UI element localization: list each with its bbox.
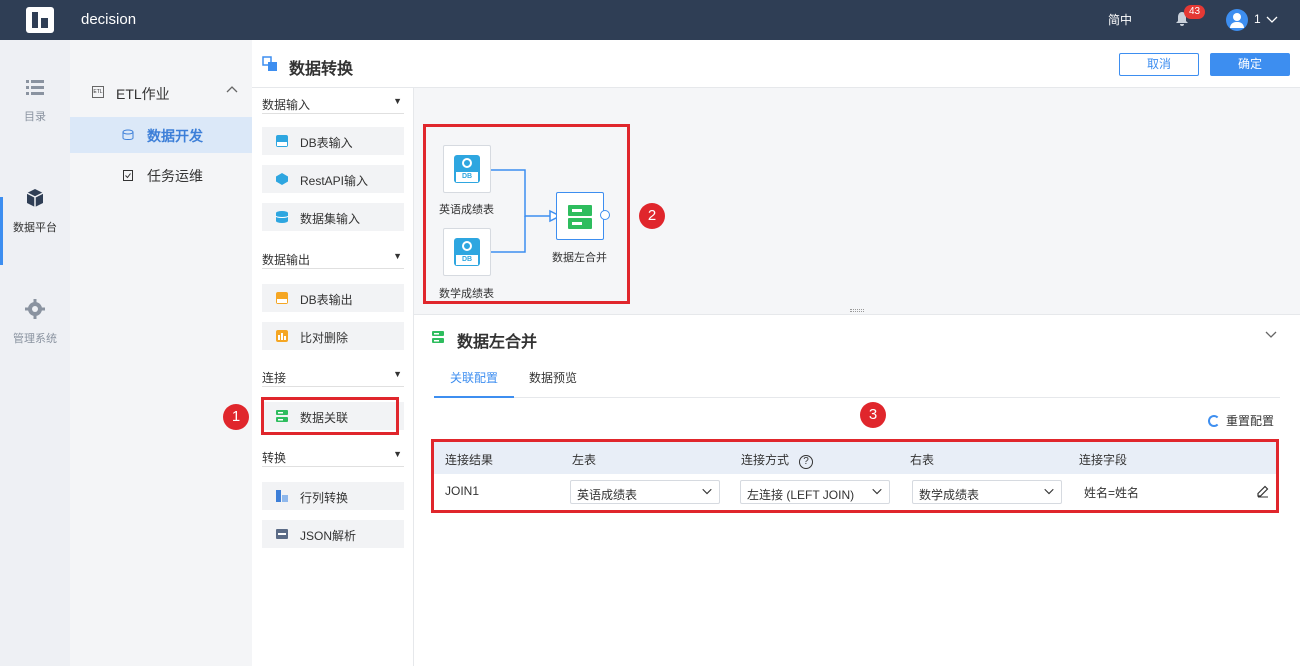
confirm-button[interactable]: 确定 — [1210, 53, 1290, 76]
op-section-label: 转换 — [262, 451, 287, 465]
op-item-label: DB表输入 — [300, 136, 353, 150]
page-title: 数据转换 — [289, 61, 354, 78]
op-section-data-input[interactable]: 数据输入 ▼ — [262, 94, 404, 114]
app-title: decision — [81, 11, 137, 28]
api-icon — [276, 173, 288, 185]
annotation-box-2 — [423, 124, 630, 304]
op-compare-delete[interactable]: 比对删除 — [262, 322, 404, 350]
caret-down-icon: ▼ — [393, 96, 402, 106]
db-output-icon — [276, 292, 288, 304]
app-logo[interactable] — [26, 7, 54, 33]
op-item-label: 行列转换 — [300, 491, 349, 505]
annotation-marker-3: 3 — [860, 402, 886, 428]
operator-panel: 数据输入 ▼ DB表输入 RestAPI输入 数据集输入 数据输出 ▼ DB表输… — [252, 88, 414, 666]
page-header: 数据转换 取消 确定 — [252, 40, 1300, 88]
chevron-down-icon[interactable] — [1265, 12, 1279, 26]
db-input-icon — [276, 135, 288, 147]
etl-icon: ETL — [92, 86, 104, 98]
list-icon — [26, 80, 44, 95]
rail-item-label: 目录 — [24, 111, 46, 123]
tab-data-preview[interactable]: 数据预览 — [529, 369, 577, 398]
annotation-box-1 — [261, 397, 399, 435]
cube-icon — [26, 189, 44, 207]
properties-title: 数据左合并 — [457, 334, 538, 351]
annotation-marker-2: 2 — [639, 203, 665, 229]
cancel-button[interactable]: 取消 — [1119, 53, 1199, 76]
op-section-label: 数据输入 — [262, 98, 311, 112]
caret-down-icon: ▼ — [393, 449, 402, 459]
tab-bar: 关联配置 数据预览 — [434, 359, 1280, 398]
reset-config-button[interactable]: 重置配置 — [1208, 412, 1274, 429]
op-dataset-input[interactable]: 数据集输入 — [262, 203, 404, 231]
notification-badge: 43 — [1184, 5, 1206, 19]
pivot-icon — [276, 490, 288, 502]
left-rail: 目录 数据平台 管理系统 — [0, 40, 70, 666]
clipboard-check-icon — [123, 170, 133, 181]
user-avatar[interactable] — [1226, 9, 1248, 31]
op-db-input[interactable]: DB表输入 — [262, 127, 404, 155]
language-switch[interactable]: 简中 — [1108, 11, 1132, 28]
op-json-parse[interactable]: JSON解析 — [262, 520, 404, 548]
op-item-label: JSON解析 — [300, 529, 357, 543]
rail-item-data-platform[interactable]: 数据平台 — [0, 187, 70, 235]
resize-handle[interactable] — [850, 309, 864, 312]
caret-down-icon: ▼ — [393, 251, 402, 261]
tab-join-config[interactable]: 关联配置 — [434, 369, 514, 398]
refresh-icon — [1208, 415, 1220, 427]
op-row-col-transform[interactable]: 行列转换 — [262, 482, 404, 510]
op-item-label: 比对删除 — [300, 331, 349, 345]
op-section-join[interactable]: 连接 ▼ — [262, 367, 404, 387]
op-item-label: DB表输出 — [300, 293, 353, 307]
compare-delete-icon — [276, 330, 288, 342]
reset-label: 重置配置 — [1226, 414, 1275, 428]
op-item-label: 数据集输入 — [300, 212, 361, 226]
transform-icon — [262, 56, 277, 71]
op-section-data-output[interactable]: 数据输出 ▼ — [262, 249, 404, 269]
nav-group-etl[interactable]: ETL ETL作业 — [70, 78, 252, 106]
rail-item-label: 管理系统 — [13, 333, 57, 345]
nav-item-task-ops[interactable]: 任务运维 — [70, 157, 252, 193]
nav-item-data-dev[interactable]: 数据开发 — [70, 117, 252, 153]
database-icon — [122, 129, 134, 140]
json-icon — [276, 529, 288, 539]
rail-item-catalog[interactable]: 目录 — [0, 76, 70, 124]
chevron-up-icon — [226, 86, 238, 93]
op-section-label: 数据输出 — [262, 253, 311, 267]
top-bar: decision 简中 43 1 — [0, 0, 1300, 40]
dataset-icon — [275, 211, 289, 223]
op-section-transform[interactable]: 转换 ▼ — [262, 447, 404, 467]
op-restapi-input[interactable]: RestAPI输入 — [262, 165, 404, 193]
rail-item-label: 数据平台 — [13, 222, 57, 234]
caret-down-icon: ▼ — [393, 369, 402, 379]
nav-item-label: 任务运维 — [147, 168, 203, 184]
rail-item-system-admin[interactable]: 管理系统 — [0, 298, 70, 346]
chevron-down-icon[interactable] — [1264, 327, 1278, 341]
op-item-label: RestAPI输入 — [300, 174, 369, 188]
nav-group-label: ETL作业 — [116, 86, 170, 102]
op-db-output[interactable]: DB表输出 — [262, 284, 404, 312]
annotation-box-3 — [431, 439, 1279, 513]
merge-icon — [432, 331, 444, 343]
op-section-label: 连接 — [262, 371, 287, 385]
annotation-marker-1: 1 — [223, 404, 249, 430]
gear-icon — [25, 299, 45, 319]
nav-item-label: 数据开发 — [147, 128, 203, 144]
user-name[interactable]: 1 — [1254, 12, 1261, 26]
nav-panel: ETL ETL作业 数据开发 任务运维 — [70, 40, 252, 666]
